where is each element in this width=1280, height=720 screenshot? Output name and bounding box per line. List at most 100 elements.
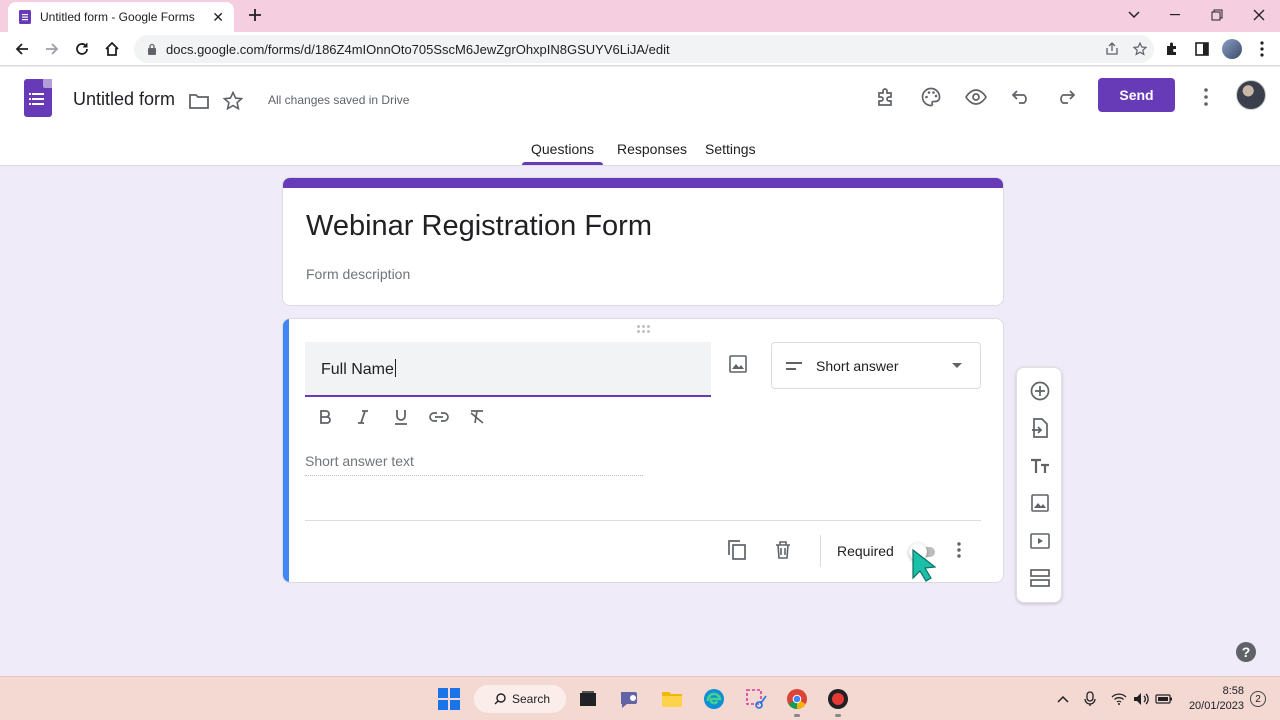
folder-icon — [189, 94, 209, 109]
browser-tab[interactable]: Untitled form - Google Forms ✕ — [8, 2, 234, 32]
add-title-description-button[interactable] — [1028, 454, 1052, 478]
italic-button[interactable] — [351, 405, 375, 429]
bold-button[interactable] — [313, 405, 337, 429]
insert-link-button[interactable] — [427, 405, 451, 429]
clock-time: 8:58 — [1222, 685, 1244, 697]
chrome-button[interactable] — [785, 687, 809, 711]
file-explorer-button[interactable] — [660, 687, 684, 711]
question-more-options-button[interactable] — [947, 538, 971, 562]
side-panel-button[interactable] — [1190, 37, 1214, 61]
home-button[interactable] — [100, 37, 124, 61]
duplicate-button[interactable] — [725, 538, 749, 562]
move-to-folder-button[interactable] — [187, 89, 211, 113]
clear-formatting-button[interactable] — [465, 405, 489, 429]
notification-badge[interactable]: 2 — [1250, 691, 1266, 707]
drag-handle-icon[interactable] — [637, 325, 651, 335]
task-view-icon — [580, 691, 596, 706]
chrome-icon — [787, 689, 807, 709]
add-video-button[interactable] — [1028, 529, 1052, 553]
chat-icon — [621, 692, 637, 708]
image-icon — [1031, 494, 1049, 512]
snipping-tool-button[interactable] — [744, 687, 768, 711]
delete-button[interactable] — [771, 538, 795, 562]
form-description-field[interactable]: Form description — [306, 266, 410, 282]
question-card[interactable]: Full Name Short answer Short answer text… — [282, 318, 1004, 583]
account-avatar[interactable] — [1236, 80, 1266, 110]
tab-responses[interactable]: Responses — [617, 141, 687, 157]
reload-button[interactable] — [70, 37, 94, 61]
star-button[interactable] — [221, 89, 245, 113]
task-view-button[interactable] — [576, 687, 600, 711]
minimize-button[interactable] — [1154, 0, 1196, 30]
import-questions-button[interactable] — [1028, 416, 1052, 440]
show-hidden-icons-button[interactable] — [1053, 689, 1073, 709]
lock-icon — [148, 43, 156, 55]
microphone-button[interactable] — [1080, 689, 1100, 709]
document-title[interactable]: Untitled form — [73, 89, 175, 110]
volume-button[interactable] — [1131, 689, 1151, 709]
link-icon — [429, 412, 449, 422]
trash-icon — [776, 541, 790, 559]
palette-icon — [921, 87, 941, 107]
underline-icon — [395, 410, 407, 425]
customize-theme-button[interactable] — [917, 83, 945, 111]
wifi-button[interactable] — [1109, 689, 1129, 709]
form-title-card[interactable]: Webinar Registration Form Form descripti… — [282, 177, 1004, 306]
edge-browser-button[interactable] — [702, 687, 726, 711]
microphone-icon — [1084, 691, 1096, 706]
record-icon — [828, 689, 848, 709]
bookmark-button[interactable] — [1126, 37, 1154, 61]
short-answer-placeholder: Short answer text — [305, 453, 643, 476]
back-button[interactable] — [10, 37, 34, 61]
undo-button[interactable] — [1007, 83, 1035, 111]
tab-search-button[interactable] — [1114, 0, 1154, 30]
text-formatting-toolbar — [313, 405, 489, 429]
close-window-button[interactable] — [1238, 0, 1280, 30]
screen-recorder-button[interactable] — [826, 687, 850, 711]
close-tab-icon[interactable]: ✕ — [212, 9, 224, 26]
preview-button[interactable] — [962, 83, 990, 111]
form-title[interactable]: Webinar Registration Form — [306, 210, 652, 243]
add-question-button[interactable] — [1028, 379, 1052, 403]
restore-icon — [1211, 9, 1223, 21]
teams-chat-button[interactable] — [618, 687, 642, 711]
question-type-dropdown[interactable]: Short answer — [771, 342, 981, 389]
add-ons-button[interactable] — [872, 83, 900, 111]
minimize-icon — [1170, 14, 1180, 16]
video-icon — [1030, 533, 1050, 549]
browser-tab-title: Untitled form - Google Forms — [40, 10, 195, 24]
chrome-active-indicator — [794, 714, 800, 717]
address-bar[interactable]: docs.google.com/forms/d/186Z4mIOnnOto705… — [134, 35, 1154, 63]
new-tab-button[interactable] — [244, 4, 266, 26]
underline-button[interactable] — [389, 405, 413, 429]
send-button[interactable]: Send — [1098, 78, 1175, 112]
restore-button[interactable] — [1196, 0, 1238, 30]
google-forms-logo-icon[interactable] — [24, 79, 52, 117]
tab-settings[interactable]: Settings — [705, 141, 756, 157]
plus-icon — [249, 9, 261, 21]
close-icon — [1253, 9, 1265, 21]
start-button[interactable] — [437, 687, 461, 711]
system-clock[interactable]: 8:58 20/01/2023 — [1186, 684, 1244, 714]
add-image-button[interactable] — [729, 352, 747, 376]
more-options-button[interactable] — [1192, 83, 1220, 111]
tab-questions[interactable]: Questions — [531, 141, 594, 157]
question-title-input[interactable]: Full Name — [305, 342, 711, 397]
battery-button[interactable] — [1154, 689, 1174, 709]
profile-button[interactable] — [1220, 37, 1244, 61]
eye-icon — [965, 89, 987, 105]
browser-toolbar: docs.google.com/forms/d/186Z4mIOnnOto705… — [0, 32, 1280, 66]
help-button[interactable]: ? — [1236, 642, 1256, 662]
recorder-active-indicator — [835, 714, 841, 717]
more-vert-icon — [1204, 88, 1208, 106]
side-panel-icon — [1195, 42, 1209, 56]
forward-button[interactable] — [40, 37, 64, 61]
taskbar-search[interactable]: Search — [474, 685, 566, 713]
add-image-side-button[interactable] — [1028, 491, 1052, 515]
battery-icon — [1155, 694, 1172, 704]
add-section-button[interactable] — [1028, 566, 1052, 590]
redo-button[interactable] — [1052, 83, 1080, 111]
share-button[interactable] — [1098, 37, 1126, 61]
extensions-button[interactable] — [1160, 37, 1184, 61]
chrome-menu-button[interactable] — [1250, 37, 1274, 61]
